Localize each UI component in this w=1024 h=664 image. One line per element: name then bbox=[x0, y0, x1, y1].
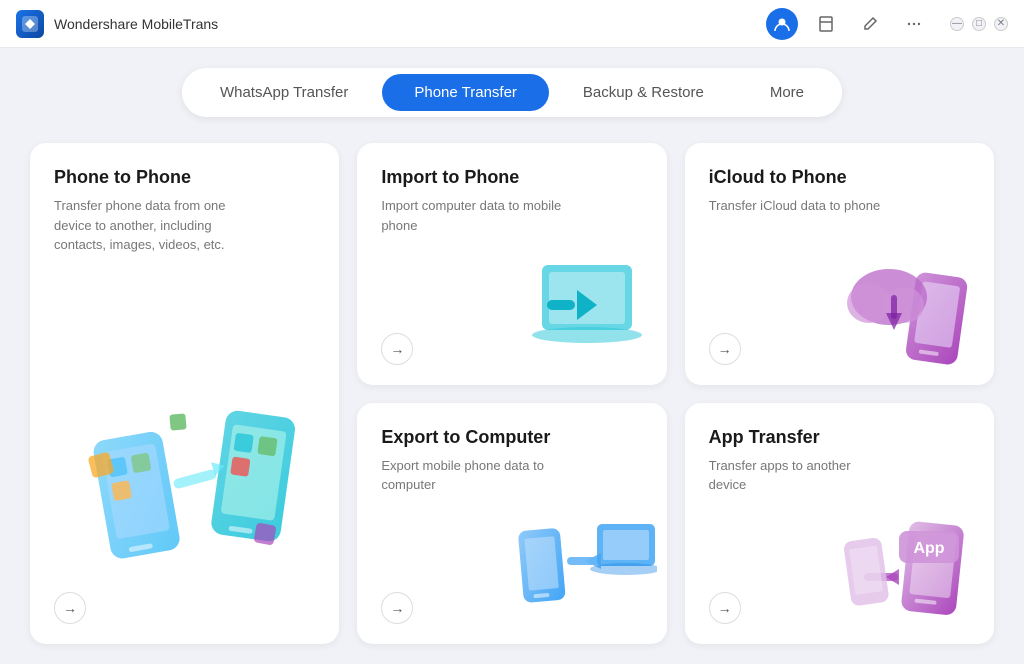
card-import-to-phone[interactable]: Import to Phone Import computer data to … bbox=[357, 143, 666, 385]
card-phone-to-phone-desc: Transfer phone data from one device to a… bbox=[54, 196, 234, 255]
card-app-desc: Transfer apps to another device bbox=[709, 456, 889, 495]
app-title: Wondershare MobileTrans bbox=[54, 16, 218, 32]
svg-text:App: App bbox=[913, 540, 944, 557]
card-phone-to-phone-title: Phone to Phone bbox=[54, 167, 315, 188]
card-phone-to-phone[interactable]: Phone to Phone Transfer phone data from … bbox=[30, 143, 339, 644]
close-button[interactable]: ✕ bbox=[994, 17, 1008, 31]
import-illustration bbox=[517, 240, 657, 375]
card-app-title: App Transfer bbox=[709, 427, 970, 448]
card-export-arrow[interactable]: → bbox=[381, 592, 413, 624]
nav-area: WhatsApp Transfer Phone Transfer Backup … bbox=[0, 48, 1024, 133]
card-export-to-computer[interactable]: Export to Computer Export mobile phone d… bbox=[357, 403, 666, 645]
phone-to-phone-illustration bbox=[85, 394, 285, 584]
card-icloud-arrow[interactable]: → bbox=[709, 333, 741, 365]
menu-icon[interactable] bbox=[898, 8, 930, 40]
cards-grid: Phone to Phone Transfer phone data from … bbox=[30, 143, 994, 644]
minimize-button[interactable]: — bbox=[950, 17, 964, 31]
app-icon bbox=[16, 10, 44, 38]
export-illustration bbox=[517, 509, 657, 634]
card-icloud-title: iCloud to Phone bbox=[709, 167, 970, 188]
titlebar: Wondershare MobileTrans bbox=[0, 0, 1024, 48]
card-app-transfer[interactable]: App Transfer Transfer apps to another de… bbox=[685, 403, 994, 645]
nav-tabs: WhatsApp Transfer Phone Transfer Backup … bbox=[182, 68, 842, 117]
user-avatar-button[interactable] bbox=[766, 8, 798, 40]
card-app-arrow[interactable]: → bbox=[709, 592, 741, 624]
card-import-arrow[interactable]: → bbox=[381, 333, 413, 365]
window-controls: — □ ✕ bbox=[950, 17, 1008, 31]
tab-more[interactable]: More bbox=[738, 74, 836, 111]
app-transfer-illustration: App bbox=[844, 509, 984, 634]
card-import-desc: Import computer data to mobile phone bbox=[381, 196, 561, 235]
tab-backup-restore[interactable]: Backup & Restore bbox=[551, 74, 736, 111]
maximize-button[interactable]: □ bbox=[972, 17, 986, 31]
card-icloud-to-phone[interactable]: iCloud to Phone Transfer iCloud data to … bbox=[685, 143, 994, 385]
tab-phone-transfer[interactable]: Phone Transfer bbox=[382, 74, 549, 111]
card-phone-to-phone-arrow[interactable]: → bbox=[54, 592, 86, 624]
titlebar-right: — □ ✕ bbox=[766, 8, 1008, 40]
main-content: Phone to Phone Transfer phone data from … bbox=[0, 133, 1024, 664]
tab-whatsapp-transfer[interactable]: WhatsApp Transfer bbox=[188, 74, 380, 111]
card-icloud-desc: Transfer iCloud data to phone bbox=[709, 196, 889, 216]
bookmark-icon[interactable] bbox=[810, 8, 842, 40]
icloud-illustration bbox=[844, 240, 984, 375]
card-export-desc: Export mobile phone data to computer bbox=[381, 456, 561, 495]
edit-icon[interactable] bbox=[854, 8, 886, 40]
card-export-title: Export to Computer bbox=[381, 427, 642, 448]
card-import-title: Import to Phone bbox=[381, 167, 642, 188]
titlebar-left: Wondershare MobileTrans bbox=[16, 10, 218, 38]
